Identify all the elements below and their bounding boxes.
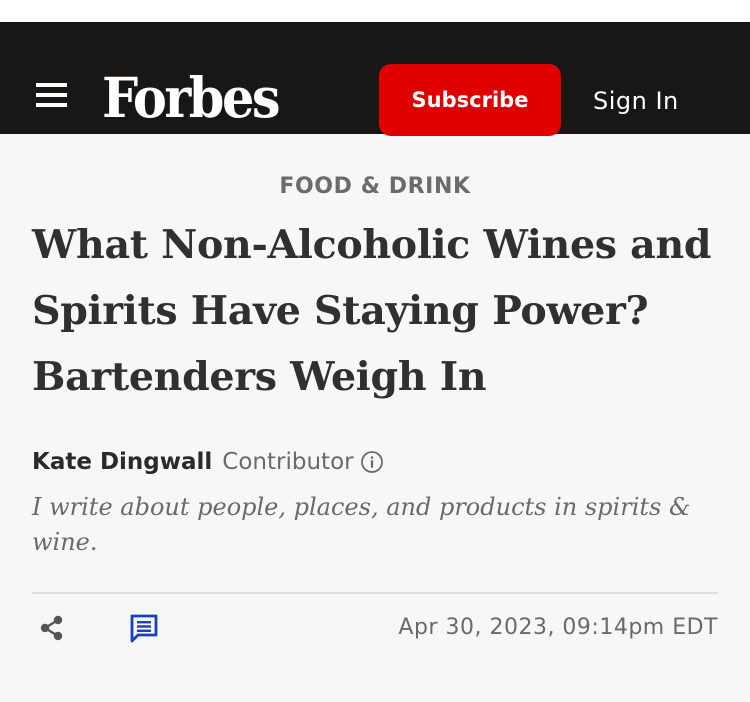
- info-circle-icon[interactable]: [360, 450, 384, 474]
- menu-bar: [36, 93, 67, 97]
- article-headline: What Non-Alcoholic Wines and Spirits Hav…: [32, 222, 712, 400]
- byline: Kate Dingwall Contributor: [32, 442, 384, 482]
- status-bar-area: [0, 0, 750, 22]
- share-icon[interactable]: [38, 614, 66, 642]
- author-name[interactable]: Kate Dingwall: [32, 449, 212, 475]
- sign-in-link[interactable]: Sign In: [593, 82, 679, 120]
- forbes-logo[interactable]: Forbes: [102, 66, 281, 131]
- subscribe-button[interactable]: Subscribe: [379, 64, 561, 136]
- channel-label[interactable]: FOOD & DRINK: [0, 170, 750, 204]
- hamburger-menu-icon[interactable]: [36, 83, 68, 109]
- publish-date: Apr 30, 2023, 09:14pm EDT: [398, 615, 718, 640]
- author-role: Contributor: [222, 449, 354, 475]
- divider: [32, 592, 718, 594]
- author-bio: I write about people, places, and produc…: [32, 493, 691, 556]
- menu-bar: [36, 83, 67, 87]
- comment-icon[interactable]: [129, 613, 159, 643]
- menu-bar: [36, 103, 67, 107]
- site-header: Forbes Subscribe Sign In: [0, 22, 750, 136]
